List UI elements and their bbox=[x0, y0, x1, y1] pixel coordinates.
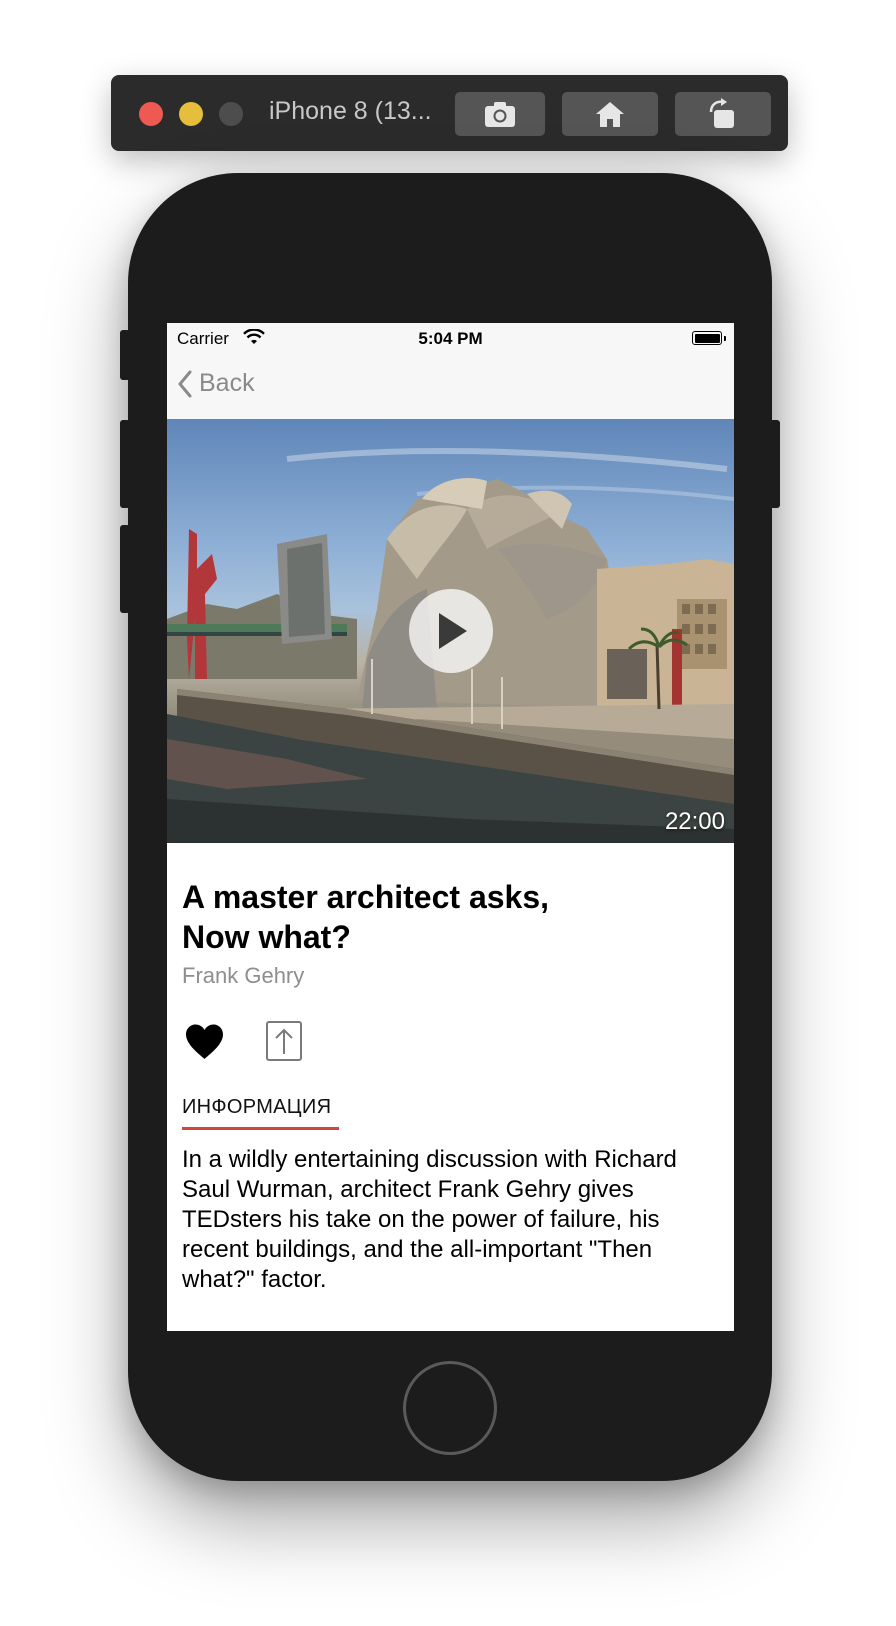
share-button[interactable] bbox=[265, 1020, 303, 1067]
screenshot-button[interactable] bbox=[455, 92, 545, 136]
close-window-button[interactable] bbox=[139, 102, 163, 126]
talk-description: In a wildly entertaining discussion with… bbox=[182, 1146, 677, 1293]
video-duration: 22:00 bbox=[664, 808, 725, 835]
zoom-window-button[interactable] bbox=[219, 102, 243, 126]
rotate-button[interactable] bbox=[675, 92, 771, 136]
back-label: Back bbox=[199, 369, 255, 397]
status-time: 5:04 PM bbox=[418, 329, 483, 348]
status-bar: Carrier 5:04 PM bbox=[167, 323, 734, 355]
device-home-button[interactable] bbox=[403, 1361, 497, 1455]
battery-icon bbox=[692, 331, 726, 345]
home-button[interactable] bbox=[562, 92, 658, 136]
talk-title-line1: A master architect asks, bbox=[182, 879, 550, 915]
app-screen: Carrier 5:04 PM Back 22:00 A master arch… bbox=[167, 323, 734, 1331]
simulator-toolbar: iPhone 8 (13... bbox=[111, 75, 788, 151]
talk-title: A master architect asks, Now what? bbox=[182, 877, 702, 957]
heart-icon bbox=[186, 1024, 223, 1059]
navigation-bar: Back bbox=[167, 355, 734, 419]
volume-up-button[interactable] bbox=[120, 420, 130, 508]
play-button[interactable] bbox=[409, 589, 493, 673]
play-icon bbox=[439, 613, 467, 649]
talk-title-line2: Now what? bbox=[182, 919, 351, 955]
home-icon bbox=[596, 102, 624, 127]
share-icon bbox=[266, 1021, 302, 1061]
tab-selected-indicator bbox=[182, 1127, 339, 1130]
back-button[interactable]: Back bbox=[177, 369, 255, 398]
chevron-left-icon bbox=[178, 370, 192, 397]
camera-icon bbox=[485, 102, 515, 127]
rotate-icon bbox=[709, 98, 734, 128]
tab-information[interactable]: ИНФОРМАЦИЯ bbox=[182, 1096, 331, 1119]
simulator-title: iPhone 8 (13... bbox=[269, 97, 432, 125]
speaker-name: Frank Gehry bbox=[182, 963, 305, 988]
favorite-button[interactable] bbox=[184, 1023, 225, 1065]
minimize-window-button[interactable] bbox=[179, 102, 203, 126]
volume-down-button[interactable] bbox=[120, 525, 130, 613]
video-thumbnail[interactable]: 22:00 bbox=[167, 419, 734, 843]
mute-switch[interactable] bbox=[120, 330, 130, 380]
power-button[interactable] bbox=[770, 420, 780, 508]
